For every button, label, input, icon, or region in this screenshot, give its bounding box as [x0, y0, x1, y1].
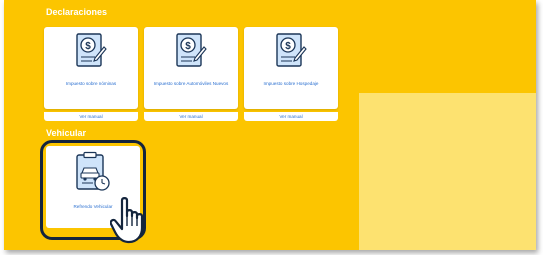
side-panel: [359, 93, 536, 250]
ver-manual-link-1[interactable]: Ver manual: [44, 112, 138, 121]
clipboard-car-clock-icon: [73, 151, 113, 193]
ver-manual-link-3[interactable]: Ver manual: [244, 112, 338, 121]
card-title: Impuesto sobre Automóviles Nuevos: [153, 81, 229, 86]
card-impuesto-nominas[interactable]: $ Impuesto sobre nóminas: [44, 27, 138, 109]
card-impuesto-automoviles[interactable]: $ Impuesto sobre Automóviles Nuevos: [144, 27, 238, 109]
section-title-vehicular: Vehicular: [46, 128, 87, 138]
card-title: Impuesto sobre nóminas: [65, 81, 117, 86]
ver-manual-link-2[interactable]: Ver manual: [144, 112, 238, 121]
document-dollar-pencil-icon: $: [75, 32, 107, 70]
card-impuesto-hospedaje[interactable]: $ Impuesto sobre Hospedaje: [244, 27, 338, 109]
svg-text:$: $: [285, 41, 291, 52]
svg-text:$: $: [185, 41, 191, 52]
document-dollar-pencil-icon: $: [275, 32, 307, 70]
hand-pointer-cursor-icon: [109, 196, 154, 246]
document-dollar-pencil-icon: $: [175, 32, 207, 70]
main-frame: Declaraciones $ Impuesto sobre nóminas V…: [4, 0, 536, 250]
svg-text:$: $: [85, 41, 91, 52]
card-title: Impuesto sobre Hospedaje: [263, 81, 319, 86]
section-title-declaraciones: Declaraciones: [46, 7, 108, 17]
